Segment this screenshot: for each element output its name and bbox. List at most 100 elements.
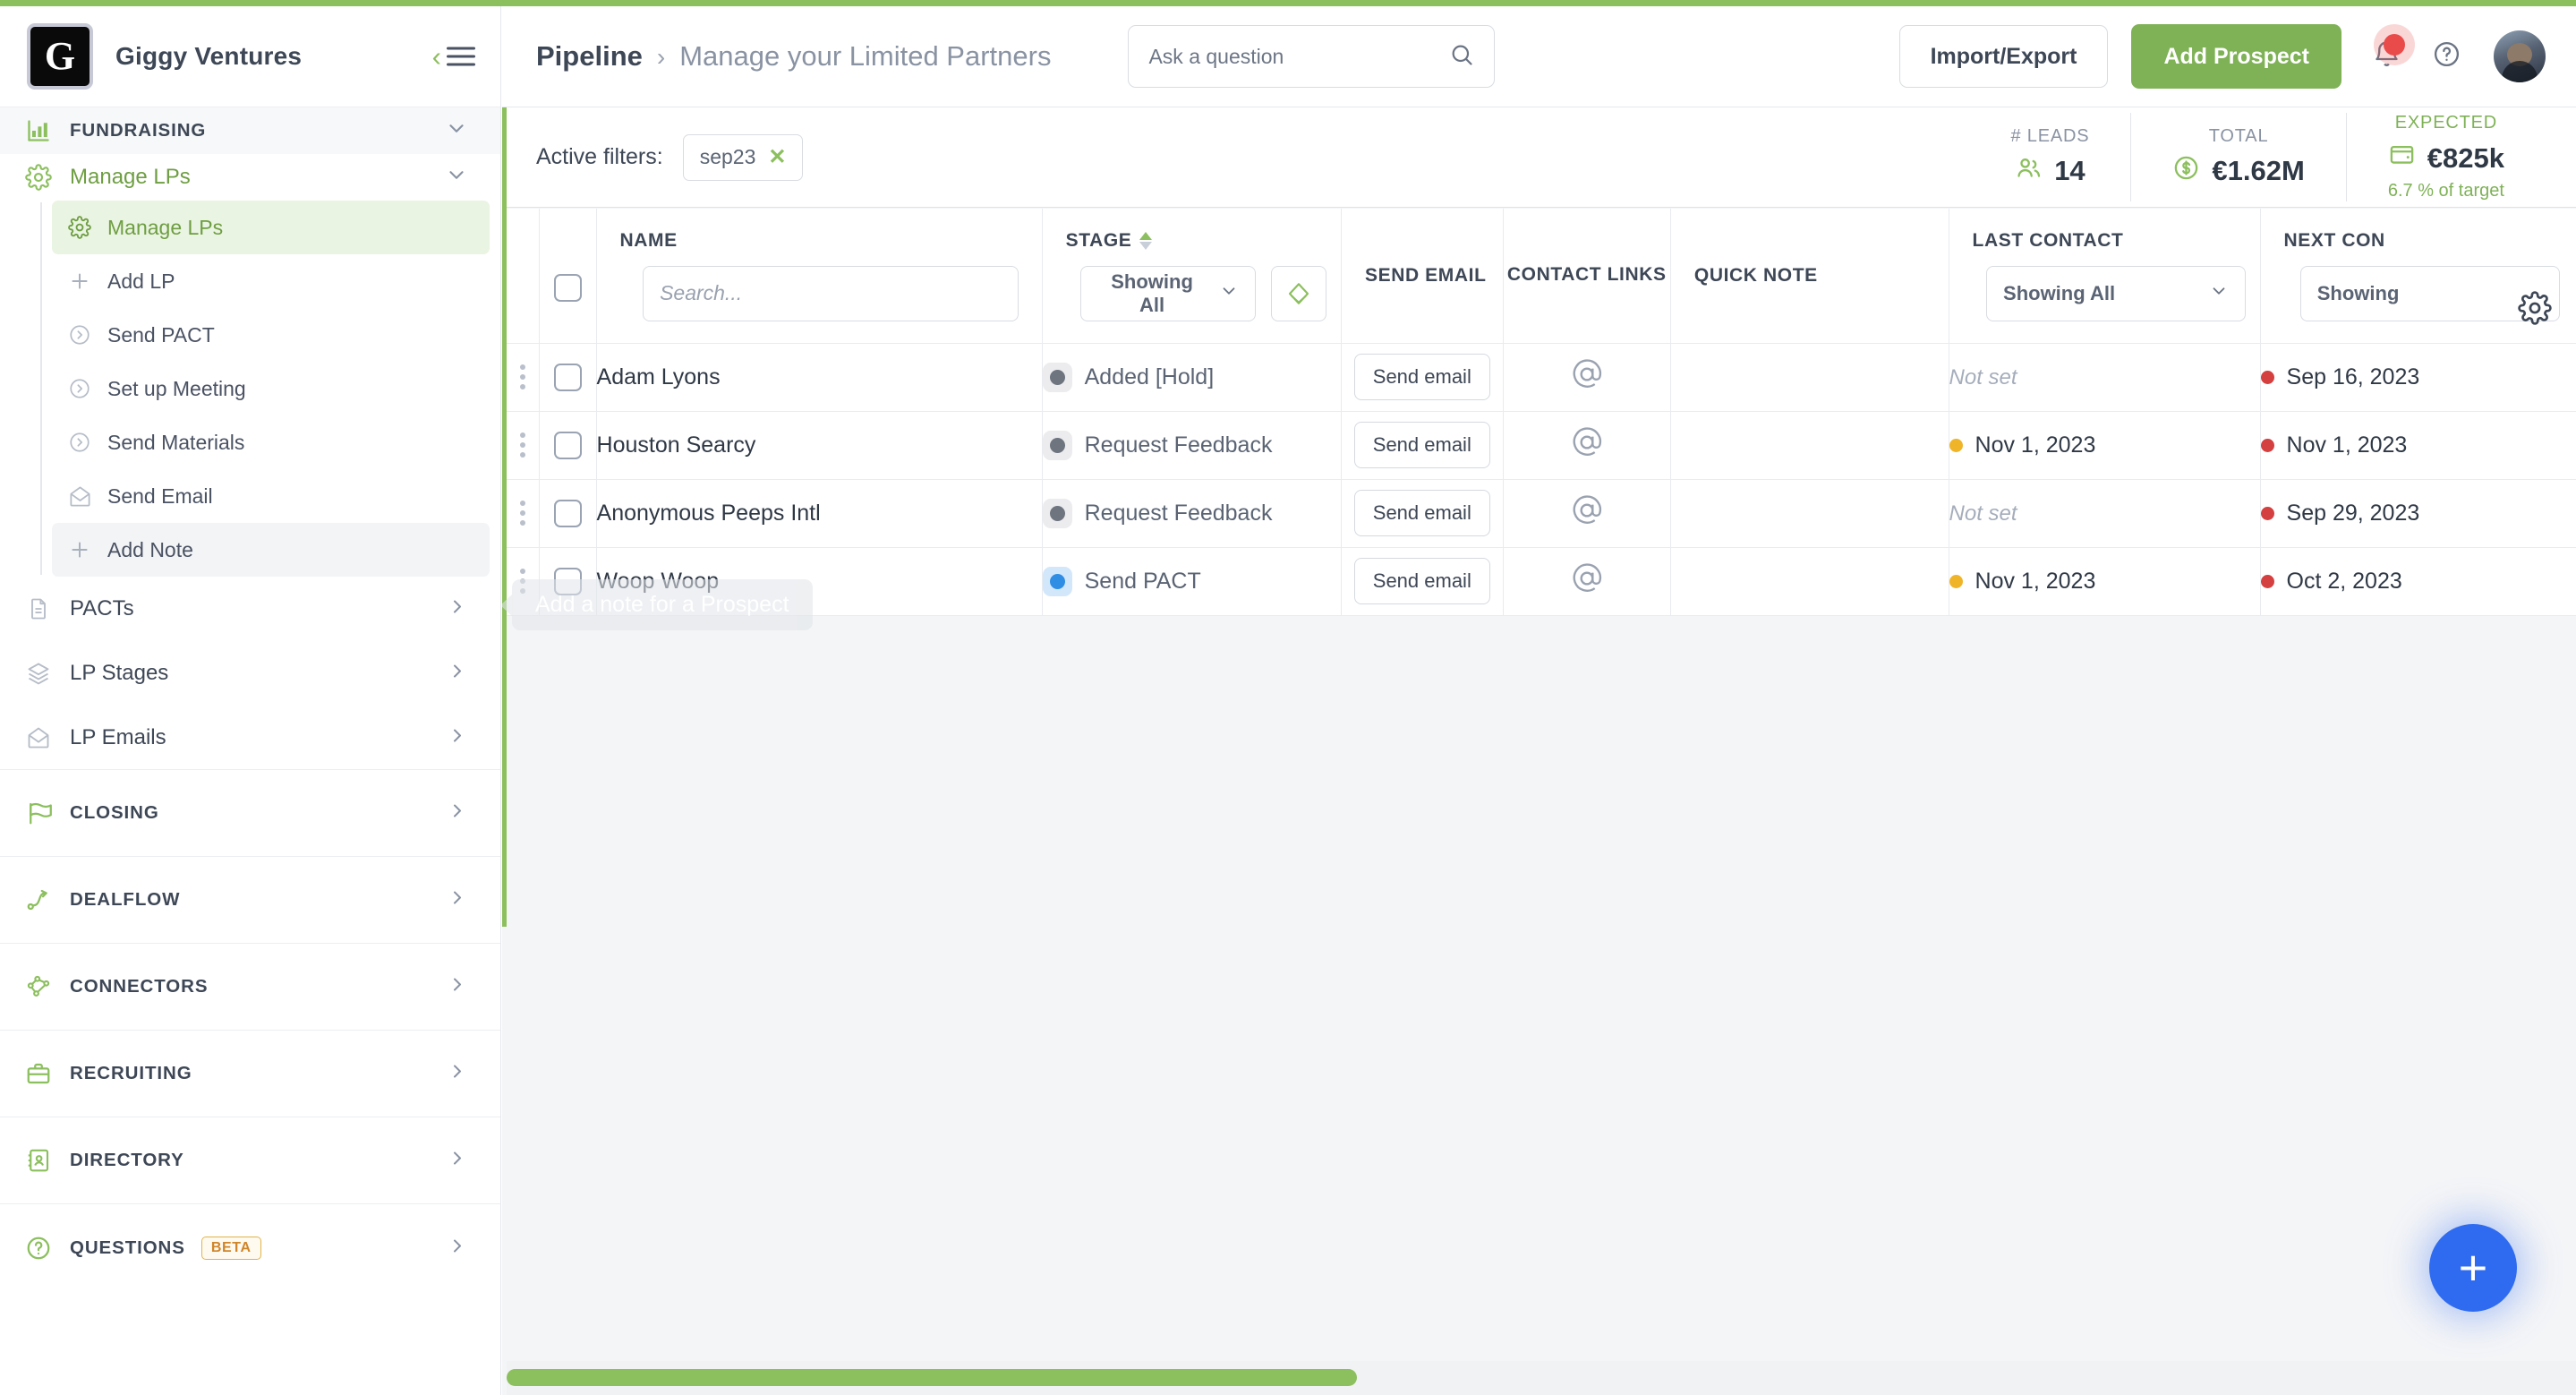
- chevron-right-icon: [447, 974, 468, 1000]
- sidebar-item-label: Add LP: [107, 269, 175, 293]
- sidebar-subnav-manage-lps: Manage LPs Add LP Send PACT Set up Meeti…: [0, 201, 500, 577]
- row-checkbox[interactable]: [553, 499, 582, 527]
- at-icon[interactable]: [1569, 561, 1605, 596]
- cell-stage[interactable]: Added [Hold]: [1042, 343, 1342, 412]
- ask-question-search[interactable]: [1128, 25, 1496, 88]
- sidebar-item-add-note[interactable]: Add Note: [52, 523, 490, 577]
- cell-send-email: Send email: [1341, 547, 1504, 616]
- sidebar-group-manage-lps[interactable]: Manage LPs: [0, 154, 500, 201]
- sidebar-item-send-pact[interactable]: Send PACT: [52, 308, 490, 362]
- at-icon[interactable]: [1569, 424, 1605, 460]
- cell-stage[interactable]: Request Feedback: [1042, 479, 1342, 548]
- table-row[interactable]: Woop Woop Send PACT Send email Nov 1, 20…: [507, 547, 2576, 616]
- horizontal-scrollbar-track[interactable]: [507, 1361, 2576, 1395]
- row-checkbox[interactable]: [553, 431, 582, 459]
- table-row[interactable]: Anonymous Peeps Intl Request Feedback Se…: [507, 479, 2576, 548]
- avatar[interactable]: [2494, 30, 2546, 82]
- next-contact-value: Nov 1, 2023: [2286, 432, 2408, 458]
- horizontal-scrollbar-thumb[interactable]: [507, 1369, 1357, 1386]
- sidebar-item-pacts[interactable]: PACTs: [0, 577, 500, 641]
- cell-quick-note[interactable]: [1670, 547, 1949, 616]
- gear-icon: [66, 214, 93, 241]
- send-email-button[interactable]: Send email: [1353, 422, 1490, 468]
- cell-name[interactable]: Adam Lyons: [596, 343, 1043, 412]
- circle-arrow-icon: [66, 429, 93, 456]
- chevron-right-icon: [447, 1148, 468, 1174]
- row-drag-handle[interactable]: [507, 547, 540, 616]
- cell-name[interactable]: Houston Searcy: [596, 411, 1043, 480]
- cell-last-contact[interactable]: Not set: [1949, 343, 2261, 412]
- table-row[interactable]: Adam Lyons Added [Hold] Send email Not s…: [507, 343, 2576, 412]
- row-menu-icon[interactable]: [507, 569, 539, 594]
- sidebar-item-send-email[interactable]: Send Email: [52, 469, 490, 523]
- close-icon[interactable]: ✕: [768, 146, 786, 168]
- table-body: Adam Lyons Added [Hold] Send email Not s…: [507, 343, 2576, 616]
- row-checkbox[interactable]: [553, 363, 582, 391]
- breadcrumb: Pipeline › Manage your Limited Partners: [536, 40, 1051, 73]
- sidebar-section-dealflow[interactable]: DEALFLOW: [0, 857, 500, 944]
- bell-icon[interactable]: [2372, 34, 2405, 73]
- stage-filter-select[interactable]: Showing All: [1080, 265, 1257, 321]
- send-email-button[interactable]: Send email: [1353, 558, 1490, 604]
- search-icon[interactable]: [1449, 42, 1474, 72]
- sidebar-item-set-up-meeting[interactable]: Set up Meeting: [52, 362, 490, 415]
- cell-next-contact[interactable]: Sep 16, 2023: [2260, 343, 2576, 412]
- at-icon[interactable]: [1569, 356, 1605, 392]
- name-search-input[interactable]: [643, 265, 1019, 321]
- filter-chip-sep23[interactable]: sep23 ✕: [682, 133, 804, 181]
- cell-quick-note[interactable]: [1670, 411, 1949, 480]
- cell-next-contact[interactable]: Sep 29, 2023: [2260, 479, 2576, 548]
- row-menu-icon[interactable]: [507, 364, 539, 389]
- cell-quick-note[interactable]: [1670, 479, 1949, 548]
- breadcrumb-root[interactable]: Pipeline: [536, 40, 643, 73]
- sidebar-section-questions[interactable]: QUESTIONS BETA: [0, 1204, 500, 1291]
- add-prospect-button[interactable]: Add Prospect: [2131, 24, 2341, 89]
- table-settings-gear-icon[interactable]: [2518, 291, 2552, 329]
- filter-chip-label: sep23: [699, 145, 756, 168]
- column-header-stage[interactable]: STAGE: [1043, 230, 1341, 252]
- sidebar-item-add-lp[interactable]: Add LP: [52, 254, 490, 308]
- cell-name[interactable]: Anonymous Peeps Intl: [596, 479, 1043, 548]
- send-email-button[interactable]: Send email: [1353, 354, 1490, 400]
- cell-stage[interactable]: Send PACT: [1042, 547, 1342, 616]
- table-row[interactable]: Houston Searcy Request Feedback Send ema…: [507, 411, 2576, 480]
- row-drag-handle[interactable]: [507, 343, 540, 412]
- search-input[interactable]: [1148, 44, 1450, 69]
- stage-layers-button[interactable]: [1270, 265, 1326, 321]
- cell-last-contact[interactable]: Not set: [1949, 479, 2261, 548]
- import-export-button[interactable]: Import/Export: [1898, 25, 2109, 88]
- at-icon[interactable]: [1569, 492, 1605, 528]
- cell-stage[interactable]: Request Feedback: [1042, 411, 1342, 480]
- sidebar-item-send-materials[interactable]: Send Materials: [52, 415, 490, 469]
- cell-next-contact[interactable]: Oct 2, 2023: [2260, 547, 2576, 616]
- sidebar-section-recruiting[interactable]: RECRUITING: [0, 1031, 500, 1117]
- help-circle-icon[interactable]: [2432, 39, 2461, 73]
- column-header-name[interactable]: NAME: [597, 230, 1042, 252]
- cell-next-contact[interactable]: Nov 1, 2023: [2260, 411, 2576, 480]
- sidebar-item-label: Send Email: [107, 484, 213, 508]
- sidebar-section-connectors[interactable]: CONNECTORS: [0, 944, 500, 1031]
- sidebar-item-manage-lps[interactable]: Manage LPs: [52, 201, 490, 254]
- sidebar-section-directory[interactable]: DIRECTORY: [0, 1117, 500, 1204]
- next-contact-wrap: Sep 16, 2023: [2260, 364, 2576, 390]
- row-menu-icon[interactable]: [507, 432, 539, 458]
- send-email-button[interactable]: Send email: [1353, 490, 1490, 536]
- sort-ascending-icon[interactable]: [1139, 231, 1153, 250]
- row-checkbox[interactable]: [553, 567, 582, 595]
- cell-last-contact[interactable]: Nov 1, 2023: [1949, 411, 2261, 480]
- cell-name[interactable]: Woop Woop: [596, 547, 1043, 616]
- add-floating-action-button[interactable]: +: [2429, 1224, 2517, 1312]
- select-all-checkbox[interactable]: [553, 274, 582, 303]
- sidebar-section-closing[interactable]: CLOSING: [0, 770, 500, 857]
- sidebar-collapse-toggle[interactable]: ‹: [432, 43, 475, 71]
- row-drag-handle[interactable]: [507, 479, 540, 548]
- cell-last-contact[interactable]: Nov 1, 2023: [1949, 547, 2261, 616]
- sidebar-section-fundraising[interactable]: FUNDRAISING: [0, 107, 500, 154]
- sidebar-item-lp-emails[interactable]: LP Emails: [0, 706, 500, 770]
- last-contact-filter-select[interactable]: Showing All: [1986, 265, 2247, 321]
- cell-quick-note[interactable]: [1670, 343, 1949, 412]
- row-menu-icon[interactable]: [507, 501, 539, 526]
- row-drag-handle[interactable]: [507, 411, 540, 480]
- sidebar-item-label: Set up Meeting: [107, 376, 246, 400]
- sidebar-item-lp-stages[interactable]: LP Stages: [0, 641, 500, 706]
